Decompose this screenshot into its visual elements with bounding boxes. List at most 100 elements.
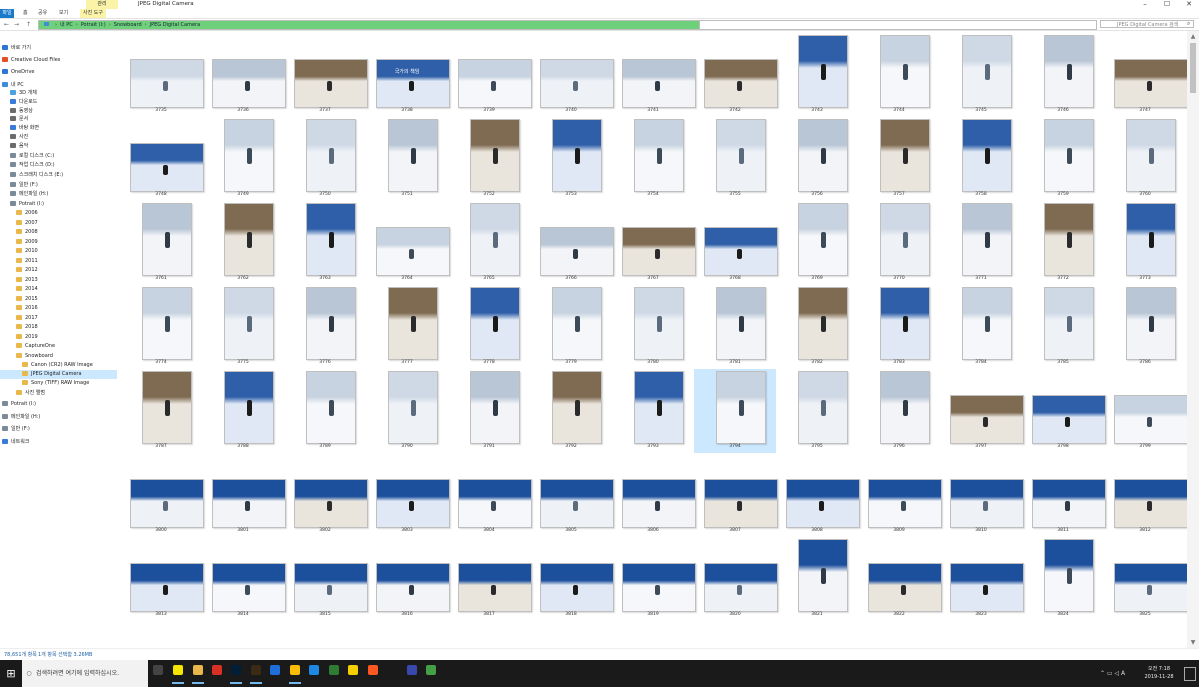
breadcrumb-item[interactable]: Potrait (I:) xyxy=(81,22,106,28)
sidebar-item[interactable]: Potrait (I:) xyxy=(0,200,117,209)
file-thumbnail[interactable]: 3766 xyxy=(530,201,614,285)
vertical-scrollbar[interactable]: ▲ ▼ xyxy=(1187,31,1199,648)
sidebar-item[interactable]: 2011 xyxy=(0,257,117,266)
file-thumbnail[interactable]: 3755 xyxy=(694,117,776,201)
file-thumbnail[interactable]: 3741 xyxy=(612,33,696,117)
file-thumbnail[interactable]: 3750 xyxy=(284,117,366,201)
taskbar-app-icon[interactable] xyxy=(368,665,378,675)
maximize-button[interactable]: ☐ xyxy=(1158,0,1176,9)
file-thumbnail[interactable]: 3797 xyxy=(940,369,1024,453)
file-thumbnail[interactable]: 3769 xyxy=(776,201,858,285)
up-arrow-icon[interactable]: ↑ xyxy=(26,19,31,30)
file-thumbnail[interactable]: 3807 xyxy=(694,453,778,537)
file-thumbnail[interactable]: 3770 xyxy=(858,201,940,285)
file-thumbnail[interactable]: 3775 xyxy=(202,285,284,369)
sidebar-item[interactable]: 다운로드 xyxy=(0,98,117,107)
sidebar-item[interactable]: 사진 앨범 xyxy=(0,389,117,398)
taskbar-app-icon[interactable] xyxy=(270,665,280,675)
breadcrumb-item[interactable]: 내 PC xyxy=(60,22,73,28)
sidebar-item[interactable]: 스크래치 디스크 (E:) xyxy=(0,171,117,180)
file-thumbnail[interactable]: 3768 xyxy=(694,201,778,285)
file-thumbnail[interactable]: 3809 xyxy=(858,453,942,537)
sidebar-item[interactable]: 2019 xyxy=(0,333,117,342)
file-thumbnail[interactable]: 3803 xyxy=(366,453,450,537)
tab-picture-tools[interactable]: 사진 도구 xyxy=(80,9,106,18)
file-thumbnail[interactable]: 3819 xyxy=(612,537,696,621)
scroll-down-icon[interactable]: ▼ xyxy=(1187,639,1199,646)
sidebar-item[interactable]: 일반 (F:) xyxy=(0,425,117,434)
breadcrumb-item[interactable]: Snowboard xyxy=(114,22,142,28)
file-thumbnail[interactable]: 3760 xyxy=(1104,117,1186,201)
windows-start-icon[interactable]: ⊞ xyxy=(0,660,22,687)
file-thumbnail[interactable]: 3762 xyxy=(202,201,284,285)
sidebar-item[interactable]: OneDrive xyxy=(0,68,117,77)
file-thumbnail[interactable]: 3757 xyxy=(858,117,940,201)
file-thumbnail[interactable]: 3774 xyxy=(120,285,202,369)
address-bar[interactable]: › 내 PC › Potrait (I:) › Snowboard › JPEG Digita… xyxy=(38,20,700,30)
file-thumbnail[interactable]: 3801 xyxy=(202,453,286,537)
file-thumbnail[interactable]: 3743 xyxy=(776,33,858,117)
file-thumbnail[interactable]: 3740 xyxy=(530,33,614,117)
sidebar-item[interactable]: 2016 xyxy=(0,304,117,313)
sidebar-item[interactable]: 2006 xyxy=(0,209,117,218)
search-input[interactable]: JPEG Digital Camera 검색 xyxy=(1100,20,1194,28)
taskbar-app-icon[interactable] xyxy=(231,665,241,675)
file-thumbnail[interactable]: 3758 xyxy=(940,117,1022,201)
breadcrumb-item[interactable]: JPEG Digital Camera xyxy=(150,22,201,28)
file-thumbnail[interactable]: 3798 xyxy=(1022,369,1106,453)
sidebar-item[interactable]: Canon (CR2) RAW Image xyxy=(0,361,117,370)
file-thumbnail[interactable]: 3816 xyxy=(366,537,450,621)
notification-icon[interactable] xyxy=(1184,667,1196,681)
sidebar-item[interactable]: 음악 xyxy=(0,142,117,151)
taskbar-app-icon[interactable] xyxy=(348,665,358,675)
scrollbar-thumb[interactable] xyxy=(1190,43,1196,93)
file-thumbnail[interactable]: 3806 xyxy=(612,453,696,537)
file-thumbnail[interactable]: 3744 xyxy=(858,33,940,117)
taskbar-app-icon[interactable] xyxy=(329,665,339,675)
sidebar-item[interactable]: 메인파일 (H:) xyxy=(0,413,117,422)
file-thumbnail[interactable]: 3759 xyxy=(1022,117,1104,201)
close-button[interactable]: ✕ xyxy=(1180,0,1198,9)
taskbar-app-icon[interactable] xyxy=(309,665,319,675)
file-thumbnail[interactable]: 3777 xyxy=(366,285,448,369)
taskbar-app-icon[interactable] xyxy=(173,665,183,675)
sidebar-item[interactable]: 2009 xyxy=(0,238,117,247)
forward-arrow-icon[interactable]: → xyxy=(14,19,19,30)
taskbar-app-icon[interactable] xyxy=(426,665,436,675)
file-thumbnail[interactable]: 3825 xyxy=(1104,537,1187,621)
file-thumbnail[interactable]: 3736 xyxy=(202,33,286,117)
file-thumbnail[interactable]: 3747 xyxy=(1104,33,1187,117)
file-thumbnail[interactable]: 3773 xyxy=(1104,201,1186,285)
file-thumbnail[interactable]: 3790 xyxy=(366,369,448,453)
file-thumbnail[interactable]: 3745 xyxy=(940,33,1022,117)
taskbar-app-icon[interactable] xyxy=(251,665,261,675)
file-thumbnail[interactable]: 3735 xyxy=(120,33,204,117)
sidebar-item[interactable]: 2013 xyxy=(0,276,117,285)
minimize-button[interactable]: – xyxy=(1136,0,1154,9)
sidebar-item[interactable]: 2012 xyxy=(0,266,117,275)
tab-view[interactable]: 보기 xyxy=(59,9,68,18)
file-thumbnail[interactable]: 3748 xyxy=(120,117,204,201)
back-arrow-icon[interactable]: ← xyxy=(4,19,9,30)
file-thumbnail[interactable]: 3780 xyxy=(612,285,694,369)
file-thumbnail[interactable]: 3788 xyxy=(202,369,284,453)
file-thumbnail[interactable]: 3802 xyxy=(284,453,368,537)
file-thumbnail[interactable]: 3820 xyxy=(694,537,778,621)
taskbar-search[interactable]: ○ 검색하려면 여기에 입력하십시오. xyxy=(22,660,148,687)
sidebar-item[interactable]: 2010 xyxy=(0,247,117,256)
file-thumbnail[interactable]: 3800 xyxy=(120,453,204,537)
taskbar-app-icon[interactable] xyxy=(407,665,417,675)
file-thumbnail[interactable]: 3793 xyxy=(612,369,694,453)
file-thumbnail[interactable]: 3804 xyxy=(448,453,532,537)
file-thumbnail[interactable]: 3754 xyxy=(612,117,694,201)
file-thumbnail[interactable]: 3817 xyxy=(448,537,532,621)
file-thumbnail[interactable]: 3808 xyxy=(776,453,860,537)
sidebar-item[interactable]: 2015 xyxy=(0,295,117,304)
file-thumbnail[interactable]: 3794 xyxy=(694,369,776,453)
sidebar-item[interactable]: 2008 xyxy=(0,228,117,237)
file-thumbnail[interactable]: 3753 xyxy=(530,117,612,201)
file-thumbnail[interactable]: 3779 xyxy=(530,285,612,369)
file-thumbnail[interactable]: 3742 xyxy=(694,33,778,117)
search-icon[interactable]: ⌕ xyxy=(1187,19,1190,29)
sidebar-item[interactable]: 3D 개체 xyxy=(0,89,117,98)
